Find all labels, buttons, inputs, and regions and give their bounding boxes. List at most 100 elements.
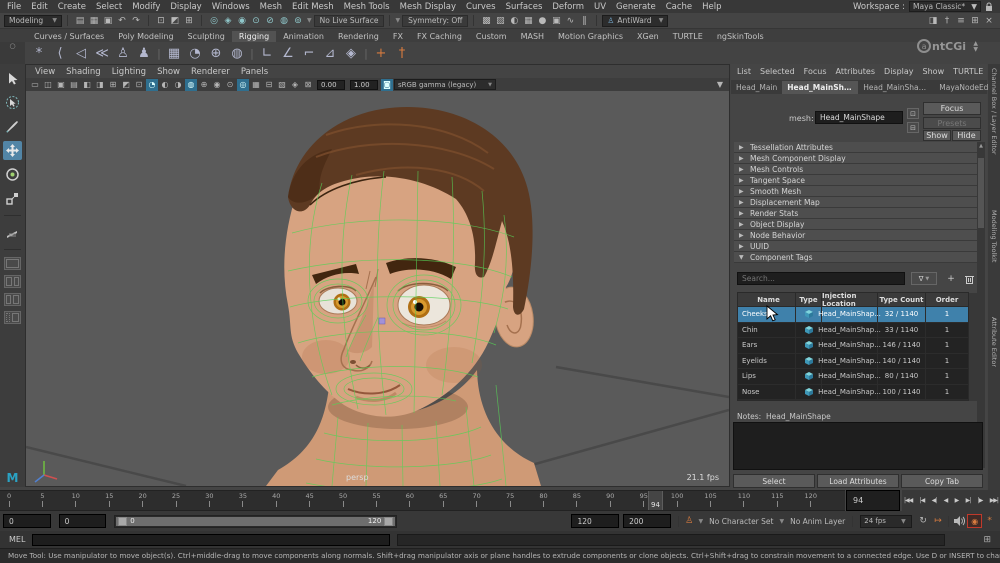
menu-item[interactable]: Curves bbox=[466, 2, 496, 12]
shelf-tab[interactable]: TURTLE bbox=[666, 31, 710, 42]
presets-button[interactable]: Presets bbox=[923, 117, 981, 129]
shelf-tool-icon[interactable]: ♟ bbox=[134, 43, 154, 63]
shelf-tab[interactable]: ngSkinTools bbox=[710, 31, 771, 42]
gamma-field[interactable]: 1.00 bbox=[350, 79, 378, 90]
add-tag-button[interactable]: + bbox=[943, 272, 959, 285]
shelf-tool-icon[interactable]: ◈ bbox=[341, 43, 361, 63]
shelf-tool-icon[interactable]: ⟨ bbox=[50, 43, 70, 63]
time-slider[interactable]: 0 5 10 15 20 25 30 35 40 45 50 55 60 65 70 75 80 85 90 95 10… bbox=[0, 490, 845, 511]
chevron-down-icon[interactable]: ▼ bbox=[395, 17, 400, 24]
table-scrollbar[interactable] bbox=[969, 293, 977, 401]
symmetry-field[interactable]: Symmetry: Off bbox=[402, 14, 469, 27]
snap-icon[interactable]: ⊙ bbox=[249, 14, 263, 27]
shelf-tab[interactable]: Animation bbox=[276, 31, 331, 42]
attribute-section-header[interactable]: ▶ Node Behavior bbox=[734, 230, 977, 241]
file-op-icon[interactable]: ▦ bbox=[87, 14, 101, 27]
table-row[interactable]: Ears Head_MainShap... 146 / 1140 1 bbox=[738, 338, 968, 354]
shelf-tool-icon[interactable]: ◁ bbox=[71, 43, 91, 63]
focus-button[interactable]: Focus bbox=[923, 102, 981, 115]
shelf-tool-icon[interactable]: ♙ bbox=[113, 43, 133, 63]
animation-preferences-icon[interactable]: * bbox=[982, 514, 997, 528]
ae-menu-item[interactable]: Selected bbox=[760, 67, 795, 76]
menu-item[interactable]: Surfaces bbox=[506, 2, 543, 12]
ae-menu-item[interactable]: Display bbox=[884, 67, 914, 76]
viewport-display-icon[interactable]: ◍ bbox=[185, 78, 197, 91]
ae-scrollbar[interactable]: ▲ bbox=[977, 142, 985, 468]
fps-dropdown[interactable]: 24 fps ▼ bbox=[860, 514, 912, 528]
shelf-scroll-arrows[interactable]: ▲ ▼ bbox=[973, 41, 978, 53]
viewport-display-icon[interactable]: ◈ bbox=[289, 79, 301, 91]
viewport-display-icon[interactable]: ⊟ bbox=[263, 79, 275, 91]
panel-menu-item[interactable]: Show bbox=[157, 67, 180, 77]
shelf-tool-icon[interactable]: ◔ bbox=[185, 43, 205, 63]
file-op-icon[interactable]: ▣ bbox=[101, 14, 115, 27]
viewport-display-icon[interactable]: ▦ bbox=[250, 79, 262, 91]
menu-item[interactable]: Cache bbox=[666, 2, 692, 12]
render-icon[interactable]: ◐ bbox=[507, 14, 521, 27]
ae-action-button[interactable]: Select bbox=[733, 474, 815, 488]
select-tool[interactable] bbox=[3, 69, 22, 88]
menu-item[interactable]: Generate bbox=[616, 2, 656, 12]
playback-button[interactable]: ▶▶| bbox=[990, 497, 999, 504]
table-row[interactable]: Eyelids Head_MainShap... 140 / 1140 1 bbox=[738, 353, 968, 369]
user-dropdown[interactable]: ♙ AntiWard ▼ bbox=[602, 14, 669, 27]
exposure-field[interactable]: 0.00 bbox=[317, 79, 345, 90]
ae-action-button[interactable]: Copy Tab bbox=[901, 474, 983, 488]
clamp-icon[interactable]: ↦ bbox=[931, 514, 946, 528]
range-start-handle[interactable] bbox=[118, 516, 128, 526]
perspective-viewport[interactable]: View Shading Lighting Show Renderer Panels ▭ ◫… bbox=[25, 64, 730, 487]
column-header[interactable]: Injection Location bbox=[822, 292, 878, 308]
playback-button[interactable]: |◀◀ bbox=[904, 497, 913, 504]
shelf-tab[interactable]: Curves / Surfaces bbox=[27, 31, 111, 42]
animation-start-field[interactable]: 0 bbox=[3, 514, 51, 528]
selection-mode-icon[interactable]: ⊞ bbox=[182, 14, 196, 27]
shelf-tool-icon[interactable]: | bbox=[248, 43, 256, 63]
node-tab[interactable]: Head_MainShape bbox=[782, 81, 859, 94]
loop-playback-icon[interactable]: ↻ bbox=[916, 514, 931, 528]
shelf-tab[interactable]: Rigging bbox=[231, 31, 277, 42]
scale-tool[interactable] bbox=[3, 189, 22, 208]
character-set-selector[interactable]: No Character Set bbox=[709, 517, 773, 526]
shelf-tool-icon[interactable]: * bbox=[29, 43, 49, 63]
attribute-section-header[interactable]: ▶ Smooth Mesh bbox=[734, 186, 977, 197]
attribute-section-header[interactable]: ▶ Render Stats bbox=[734, 208, 977, 219]
current-frame-marker[interactable]: 94 bbox=[648, 491, 663, 510]
node-tab[interactable]: Head_Main bbox=[731, 81, 782, 94]
shelf-tool-icon[interactable]: ⌐ bbox=[299, 43, 319, 63]
viewport-display-icon[interactable]: ◨ bbox=[94, 79, 106, 91]
ae-menu-item[interactable]: TURTLE bbox=[953, 67, 983, 76]
column-header[interactable]: Order bbox=[926, 293, 968, 306]
move-tool[interactable] bbox=[3, 141, 22, 160]
render-icon[interactable]: ▨ bbox=[493, 14, 507, 27]
snap-icon[interactable]: ⊚ bbox=[291, 14, 305, 27]
panel-menu-item[interactable]: Panels bbox=[241, 67, 268, 77]
sidebar-vertical-tab[interactable]: Modeling Toolkit bbox=[990, 210, 998, 262]
playback-button[interactable]: ◀| bbox=[932, 497, 938, 504]
lock-icon[interactable] bbox=[985, 2, 993, 12]
ae-menu-item[interactable]: List bbox=[737, 67, 751, 76]
attribute-section-header[interactable]: ▶ Tangent Space bbox=[734, 175, 977, 186]
attribute-section-header[interactable]: ▶ Mesh Component Display bbox=[734, 153, 977, 164]
shelf-tool-icon[interactable]: ⊕ bbox=[206, 43, 226, 63]
render-icon[interactable]: ▣ bbox=[549, 14, 563, 27]
layout-outliner-pane-button[interactable] bbox=[4, 311, 21, 324]
shelf-tool-icon[interactable]: ∠ bbox=[278, 43, 298, 63]
shelf-tool-icon[interactable]: ▦ bbox=[164, 43, 184, 63]
attribute-section-header[interactable]: ▶ Displacement Map bbox=[734, 197, 977, 208]
viewport-display-icon[interactable]: ⊕ bbox=[198, 79, 210, 91]
shelf-tool-icon[interactable]: ≪ bbox=[92, 43, 112, 63]
viewport-display-icon[interactable]: ⊡ bbox=[133, 79, 145, 91]
viewport-display-icon[interactable]: ◧ bbox=[81, 79, 93, 91]
selection-mode-icon[interactable]: ⊡ bbox=[154, 14, 168, 27]
viewport-display-icon[interactable]: ▧ bbox=[276, 79, 288, 91]
file-op-icon[interactable]: ↷ bbox=[129, 14, 143, 27]
viewport-display-icon[interactable]: ◔ bbox=[146, 78, 158, 91]
layout-four-pane-button[interactable] bbox=[4, 275, 21, 288]
playback-button[interactable]: |▶ bbox=[978, 497, 984, 504]
column-header[interactable]: Type bbox=[796, 293, 822, 306]
lasso-select-tool[interactable] bbox=[3, 93, 22, 112]
panel-toggle-icon[interactable]: ⊞ bbox=[968, 14, 982, 27]
snap-icon[interactable]: ⊘ bbox=[263, 14, 277, 27]
snap-icon[interactable]: ◈ bbox=[221, 14, 235, 27]
script-editor-icon[interactable]: ⊞ bbox=[983, 535, 991, 545]
